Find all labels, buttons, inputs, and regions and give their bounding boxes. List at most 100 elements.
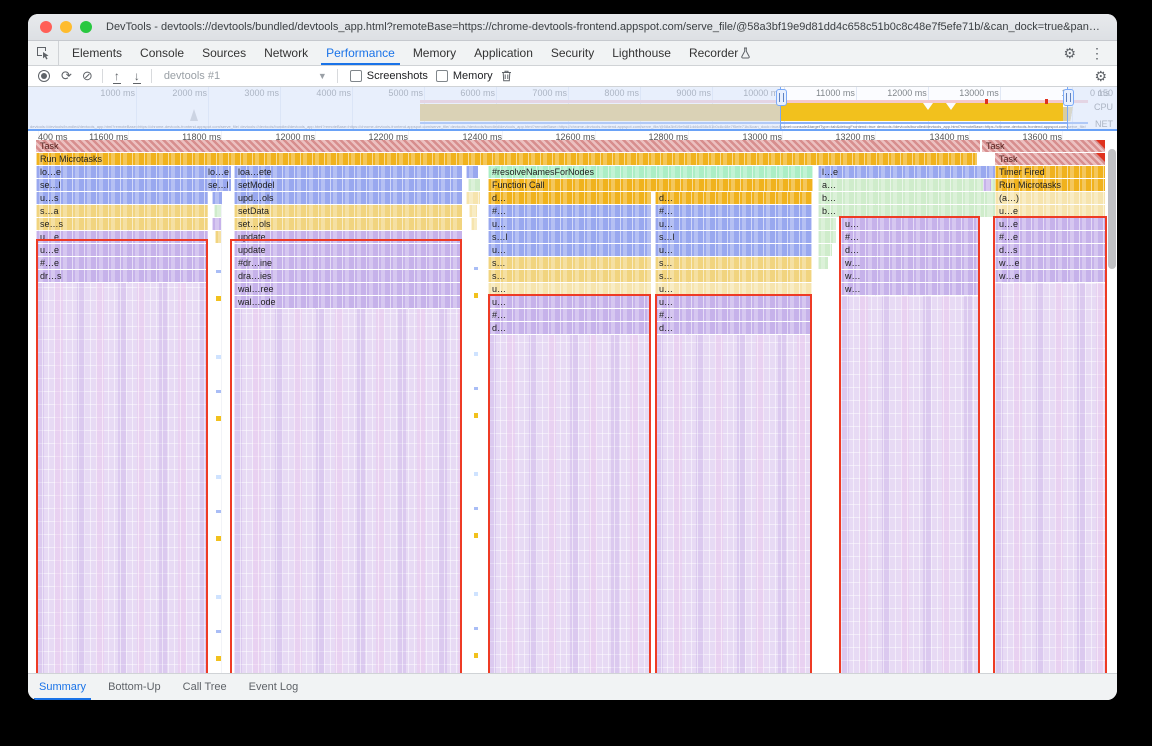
- memory-label: Memory: [453, 70, 493, 82]
- flame-bar[interactable]: [818, 231, 836, 243]
- tab-security[interactable]: Security: [542, 41, 603, 65]
- flame-bar[interactable]: [212, 218, 221, 230]
- flame-bar[interactable]: s…: [655, 270, 812, 282]
- inspect-element-button[interactable]: [28, 41, 59, 65]
- flame-bar[interactable]: lo…e: [204, 166, 231, 178]
- record-button[interactable]: [38, 70, 50, 82]
- chevron-down-icon[interactable]: ▼: [318, 71, 327, 81]
- flame-bar[interactable]: u…: [655, 218, 812, 230]
- reload-and-record-button[interactable]: ⟳: [61, 67, 72, 85]
- clear-button[interactable]: ⊘: [82, 67, 93, 85]
- flame-bar[interactable]: s…a: [36, 205, 208, 217]
- flame-bar[interactable]: s…: [488, 257, 651, 269]
- flame-chart[interactable]: 400 ms11600 ms11800 ms12000 ms12200 ms12…: [28, 131, 1117, 673]
- flame-bar[interactable]: [818, 257, 828, 269]
- flame-bar[interactable]: se…s: [36, 218, 208, 230]
- flame-bar[interactable]: set…ols: [234, 218, 462, 230]
- tab-call-tree[interactable]: Call Tree: [172, 674, 238, 700]
- flame-bar[interactable]: s…l: [655, 231, 812, 243]
- flame-bar[interactable]: u…: [488, 244, 651, 256]
- flame-bar[interactable]: [818, 218, 836, 230]
- long-task-outline: [655, 294, 812, 673]
- selection-handle-left[interactable]: [776, 89, 787, 106]
- flame-bar[interactable]: u…s: [36, 192, 208, 204]
- selection-handle-right[interactable]: [1063, 89, 1074, 106]
- trash-icon[interactable]: [501, 70, 512, 82]
- history-select[interactable]: devtools #1: [164, 70, 314, 82]
- flame-bar[interactable]: [468, 179, 480, 191]
- flame-bar[interactable]: s…l: [488, 231, 651, 243]
- flame-bar[interactable]: loa…ete: [234, 166, 462, 178]
- flame-bar[interactable]: [215, 231, 221, 243]
- flame-bar[interactable]: [984, 205, 990, 217]
- flame-bar[interactable]: u…: [488, 218, 651, 230]
- flame-bar[interactable]: [469, 205, 477, 217]
- overview-dim-left: [28, 87, 780, 129]
- flame-bar[interactable]: d…: [488, 192, 651, 204]
- tab-recorder[interactable]: Recorder: [680, 41, 760, 65]
- flame-bar[interactable]: [818, 244, 832, 256]
- save-profile-button[interactable]: ↓: [132, 67, 142, 85]
- flame-bar[interactable]: [466, 166, 478, 178]
- tab-summary[interactable]: Summary: [28, 674, 97, 700]
- flame-bar[interactable]: upd…ols: [234, 192, 462, 204]
- tab-event-log[interactable]: Event Log: [238, 674, 310, 700]
- flame-ruler-label: 12000 ms: [275, 132, 315, 142]
- memory-checkbox[interactable]: [436, 70, 448, 82]
- tab-performance[interactable]: Performance: [317, 41, 404, 65]
- tab-elements[interactable]: Elements: [63, 41, 131, 65]
- tab-network[interactable]: Network: [255, 41, 317, 65]
- flame-bar[interactable]: #…: [655, 205, 812, 217]
- flame-bar[interactable]: u…: [655, 244, 812, 256]
- flame-bar[interactable]: Timer Fired: [995, 166, 1105, 178]
- tab-sources[interactable]: Sources: [193, 41, 255, 65]
- tab-application[interactable]: Application: [465, 41, 542, 65]
- load-profile-button[interactable]: ↑: [112, 67, 122, 85]
- flame-ruler-label: 400 ms: [38, 132, 68, 142]
- close-window-button[interactable]: [40, 21, 52, 33]
- maximize-window-button[interactable]: [80, 21, 92, 33]
- flame-bar[interactable]: (a…): [995, 192, 1105, 204]
- long-task-outline: [36, 239, 208, 673]
- flame-bar[interactable]: [983, 179, 991, 191]
- flame-bar[interactable]: [466, 192, 480, 204]
- flame-bar[interactable]: Function Call: [488, 179, 813, 191]
- flame-bar[interactable]: a…: [818, 179, 996, 191]
- capture-settings-gear-icon[interactable]: ⚙: [1094, 67, 1107, 85]
- flame-bar[interactable]: setData: [234, 205, 462, 217]
- divider: [337, 69, 338, 83]
- tab-bottom-up[interactable]: Bottom-Up: [97, 674, 172, 700]
- flame-bar[interactable]: [212, 192, 222, 204]
- tab-lighthouse[interactable]: Lighthouse: [603, 41, 680, 65]
- flame-bar[interactable]: Run Microtasks: [36, 153, 977, 165]
- flame-bar[interactable]: Task: [995, 153, 1105, 165]
- tab-console[interactable]: Console: [131, 41, 193, 65]
- inspect-icon: [36, 46, 50, 60]
- minimize-window-button[interactable]: [60, 21, 72, 33]
- kebab-menu-icon[interactable]: ⋮: [1083, 41, 1111, 65]
- flame-bar[interactable]: [471, 218, 477, 230]
- flame-bar[interactable]: l…e: [818, 166, 996, 178]
- tab-memory[interactable]: Memory: [404, 41, 465, 65]
- flame-bar[interactable]: #…: [488, 205, 651, 217]
- settings-gear-icon[interactable]: ⚙: [1056, 41, 1083, 65]
- flame-bar[interactable]: lo…e: [36, 166, 208, 178]
- flame-bar[interactable]: #resolveNamesForNodes: [488, 166, 813, 178]
- screenshots-checkbox[interactable]: [350, 70, 362, 82]
- flame-bar[interactable]: [214, 205, 221, 217]
- flame-bar[interactable]: [984, 192, 990, 204]
- flame-bar[interactable]: d…: [655, 192, 812, 204]
- flame-bar[interactable]: b…: [818, 192, 996, 204]
- overview-tick-label: 11000 ms: [816, 88, 855, 98]
- flame-bar[interactable]: s…: [488, 270, 651, 282]
- flame-bar[interactable]: se…l: [204, 179, 231, 191]
- overview-tick-label: 13000 ms: [959, 88, 999, 98]
- vertical-scrollbar[interactable]: [1108, 149, 1116, 269]
- flame-bar[interactable]: s…: [655, 257, 812, 269]
- long-task-outline: [839, 216, 980, 673]
- timeline-overview[interactable]: 1000 ms2000 ms3000 ms4000 ms5000 ms6000 …: [28, 87, 1117, 131]
- flame-bar[interactable]: setModel: [234, 179, 462, 191]
- flame-bar[interactable]: se…l: [36, 179, 208, 191]
- flame-bar[interactable]: Run Microtasks: [995, 179, 1105, 191]
- flame-gridline: [221, 131, 222, 673]
